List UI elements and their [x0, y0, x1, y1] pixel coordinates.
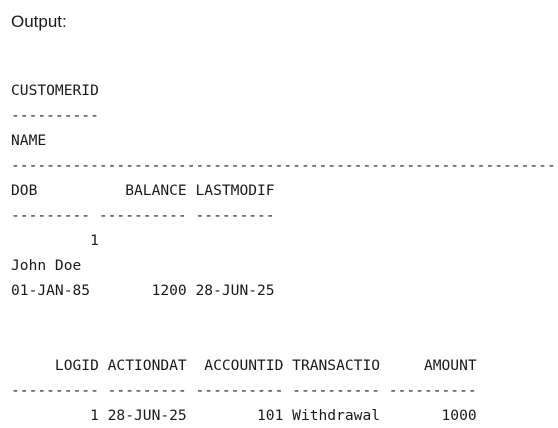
log-result-row: 1 28-JUN-25 101 Withdrawal 1000 [11, 407, 477, 424]
column-header-name: NAME [11, 132, 47, 149]
separator-line: ---------- [11, 107, 99, 124]
result-value-customerid: 1 [11, 232, 99, 249]
log-column-header-row: LOGID ACTIONDAT ACCOUNTID TRANSACTIO AMO… [11, 357, 477, 374]
query-output: CUSTOMERID ---------- NAME ----------------… [11, 78, 558, 428]
separator-line: ---------- --------- ---------- --------… [11, 382, 477, 399]
result-row: 01-JAN-85 1200 28-JUN-25 [11, 282, 275, 299]
column-header-row: DOB BALANCE LASTMODIF [11, 182, 275, 199]
separator-line: --------- ---------- --------- [11, 207, 275, 224]
result-value-name: John Doe [11, 257, 82, 274]
column-header-customerid: CUSTOMERID [11, 82, 99, 99]
output-label: Output: [11, 12, 67, 31]
separator-line: ----------------------------------------… [11, 157, 558, 174]
